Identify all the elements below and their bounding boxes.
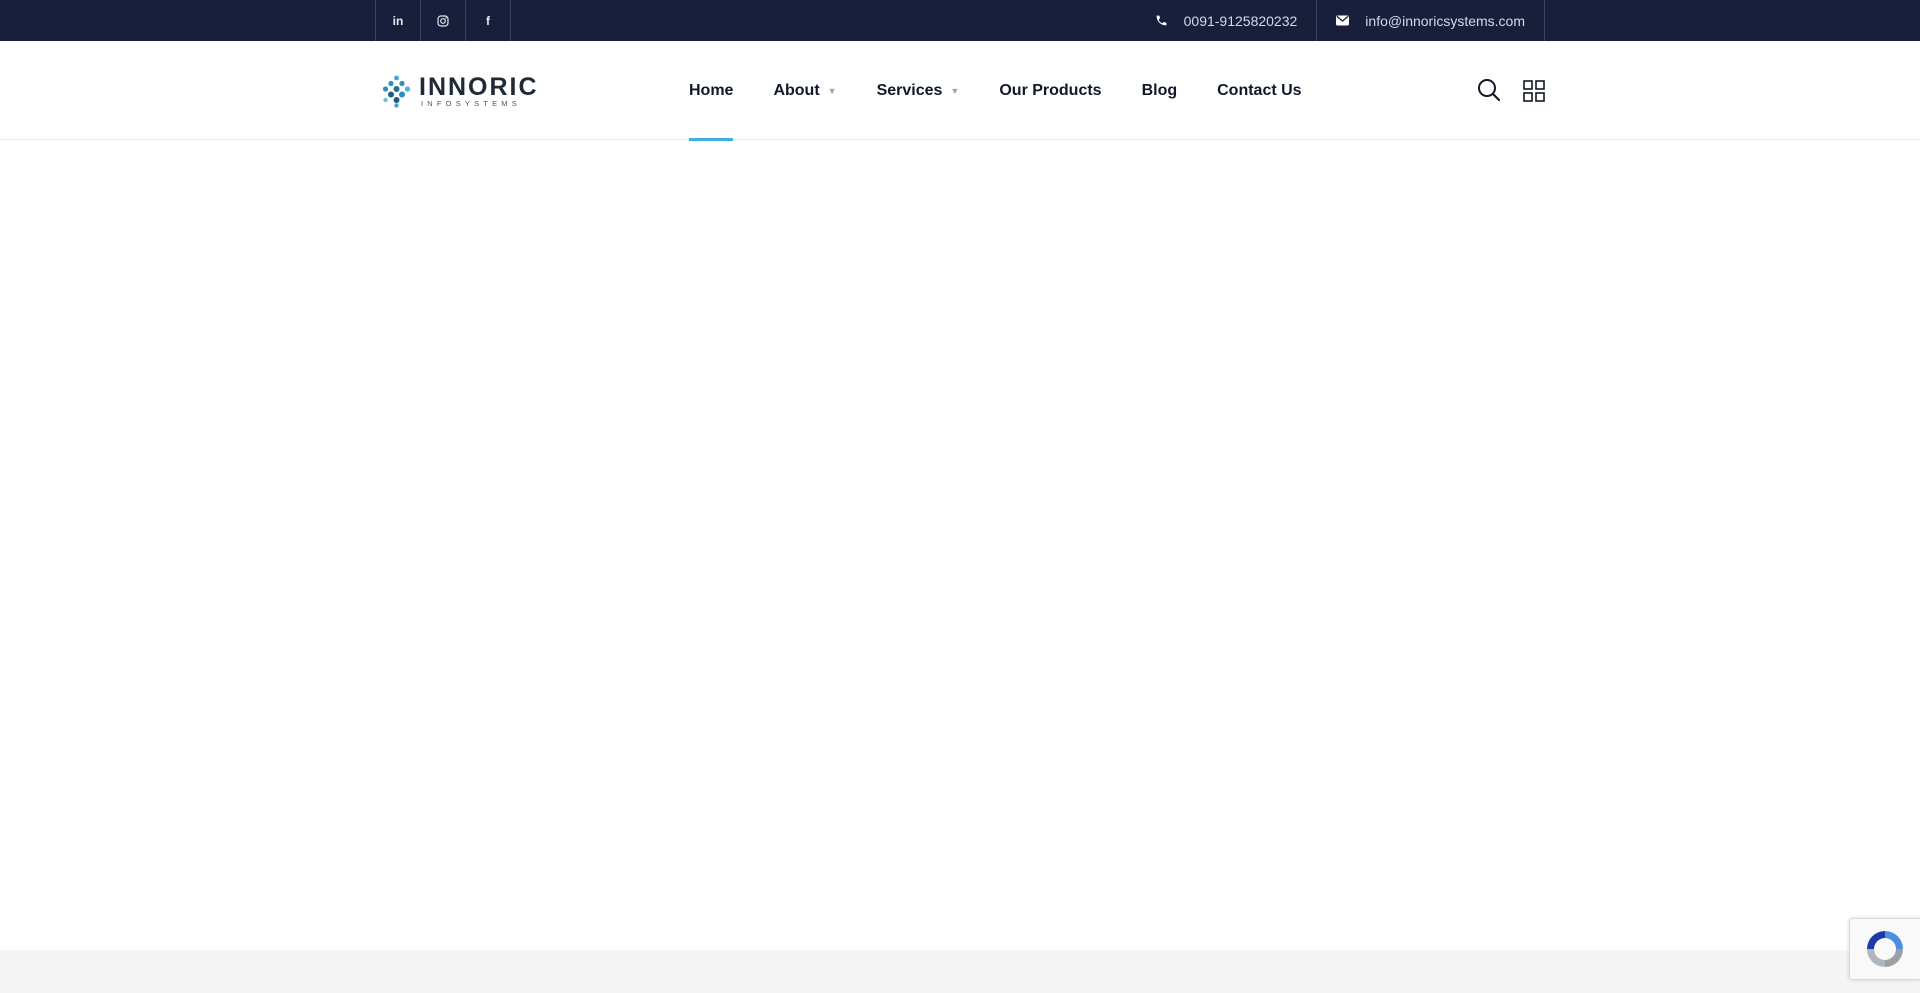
phone-number: 0091-9125820232 [1183, 12, 1298, 29]
recaptcha-icon [1867, 931, 1903, 967]
contact-info: 0091-9125820232 info@innoricsystems.com [1136, 0, 1545, 41]
nav-item-home[interactable]: Home [689, 41, 734, 141]
recaptcha-badge[interactable] [1849, 918, 1920, 980]
grid-menu-icon[interactable] [1523, 80, 1545, 102]
caret-down-icon: ▼ [950, 85, 960, 96]
nav-item-contact-us[interactable]: Contact Us [1217, 41, 1301, 140]
main-nav: Home About ▼ Services ▼ Our Products Blog … [689, 41, 1342, 141]
page-content-area [0, 141, 1920, 950]
top-bar: in f 0091-9125820232 info@innoricsystems… [0, 0, 1920, 41]
caret-down-icon: ▼ [827, 85, 837, 96]
logo-tagline: INFOSYSTEMS [421, 99, 521, 108]
instagram-icon[interactable] [421, 0, 466, 41]
site-header: INNORIC INFOSYSTEMS Home About ▼ Services… [0, 41, 1920, 141]
social-links: in f [375, 0, 511, 41]
nav-item-services[interactable]: Services ▼ [877, 41, 960, 140]
linkedin-icon[interactable]: in [376, 0, 421, 41]
nav-item-our-products[interactable]: Our Products [999, 41, 1101, 140]
innoric-logo[interactable]: INNORIC INFOSYSTEMS [380, 75, 539, 108]
envelope-icon [1336, 15, 1350, 26]
nav-item-about[interactable]: About ▼ [773, 41, 836, 140]
facebook-icon[interactable]: f [466, 0, 511, 41]
phone-link[interactable]: 0091-9125820232 [1136, 0, 1317, 41]
logo-mark-icon [382, 75, 411, 108]
email-link[interactable]: info@innoricsystems.com [1316, 0, 1544, 41]
search-icon[interactable] [1476, 77, 1502, 103]
email-address: info@innoricsystems.com [1365, 12, 1525, 29]
footer-strip [0, 950, 1920, 993]
phone-icon [1156, 15, 1166, 26]
nav-item-blog[interactable]: Blog [1142, 41, 1178, 140]
logo-wordmark: INNORIC [419, 73, 539, 101]
